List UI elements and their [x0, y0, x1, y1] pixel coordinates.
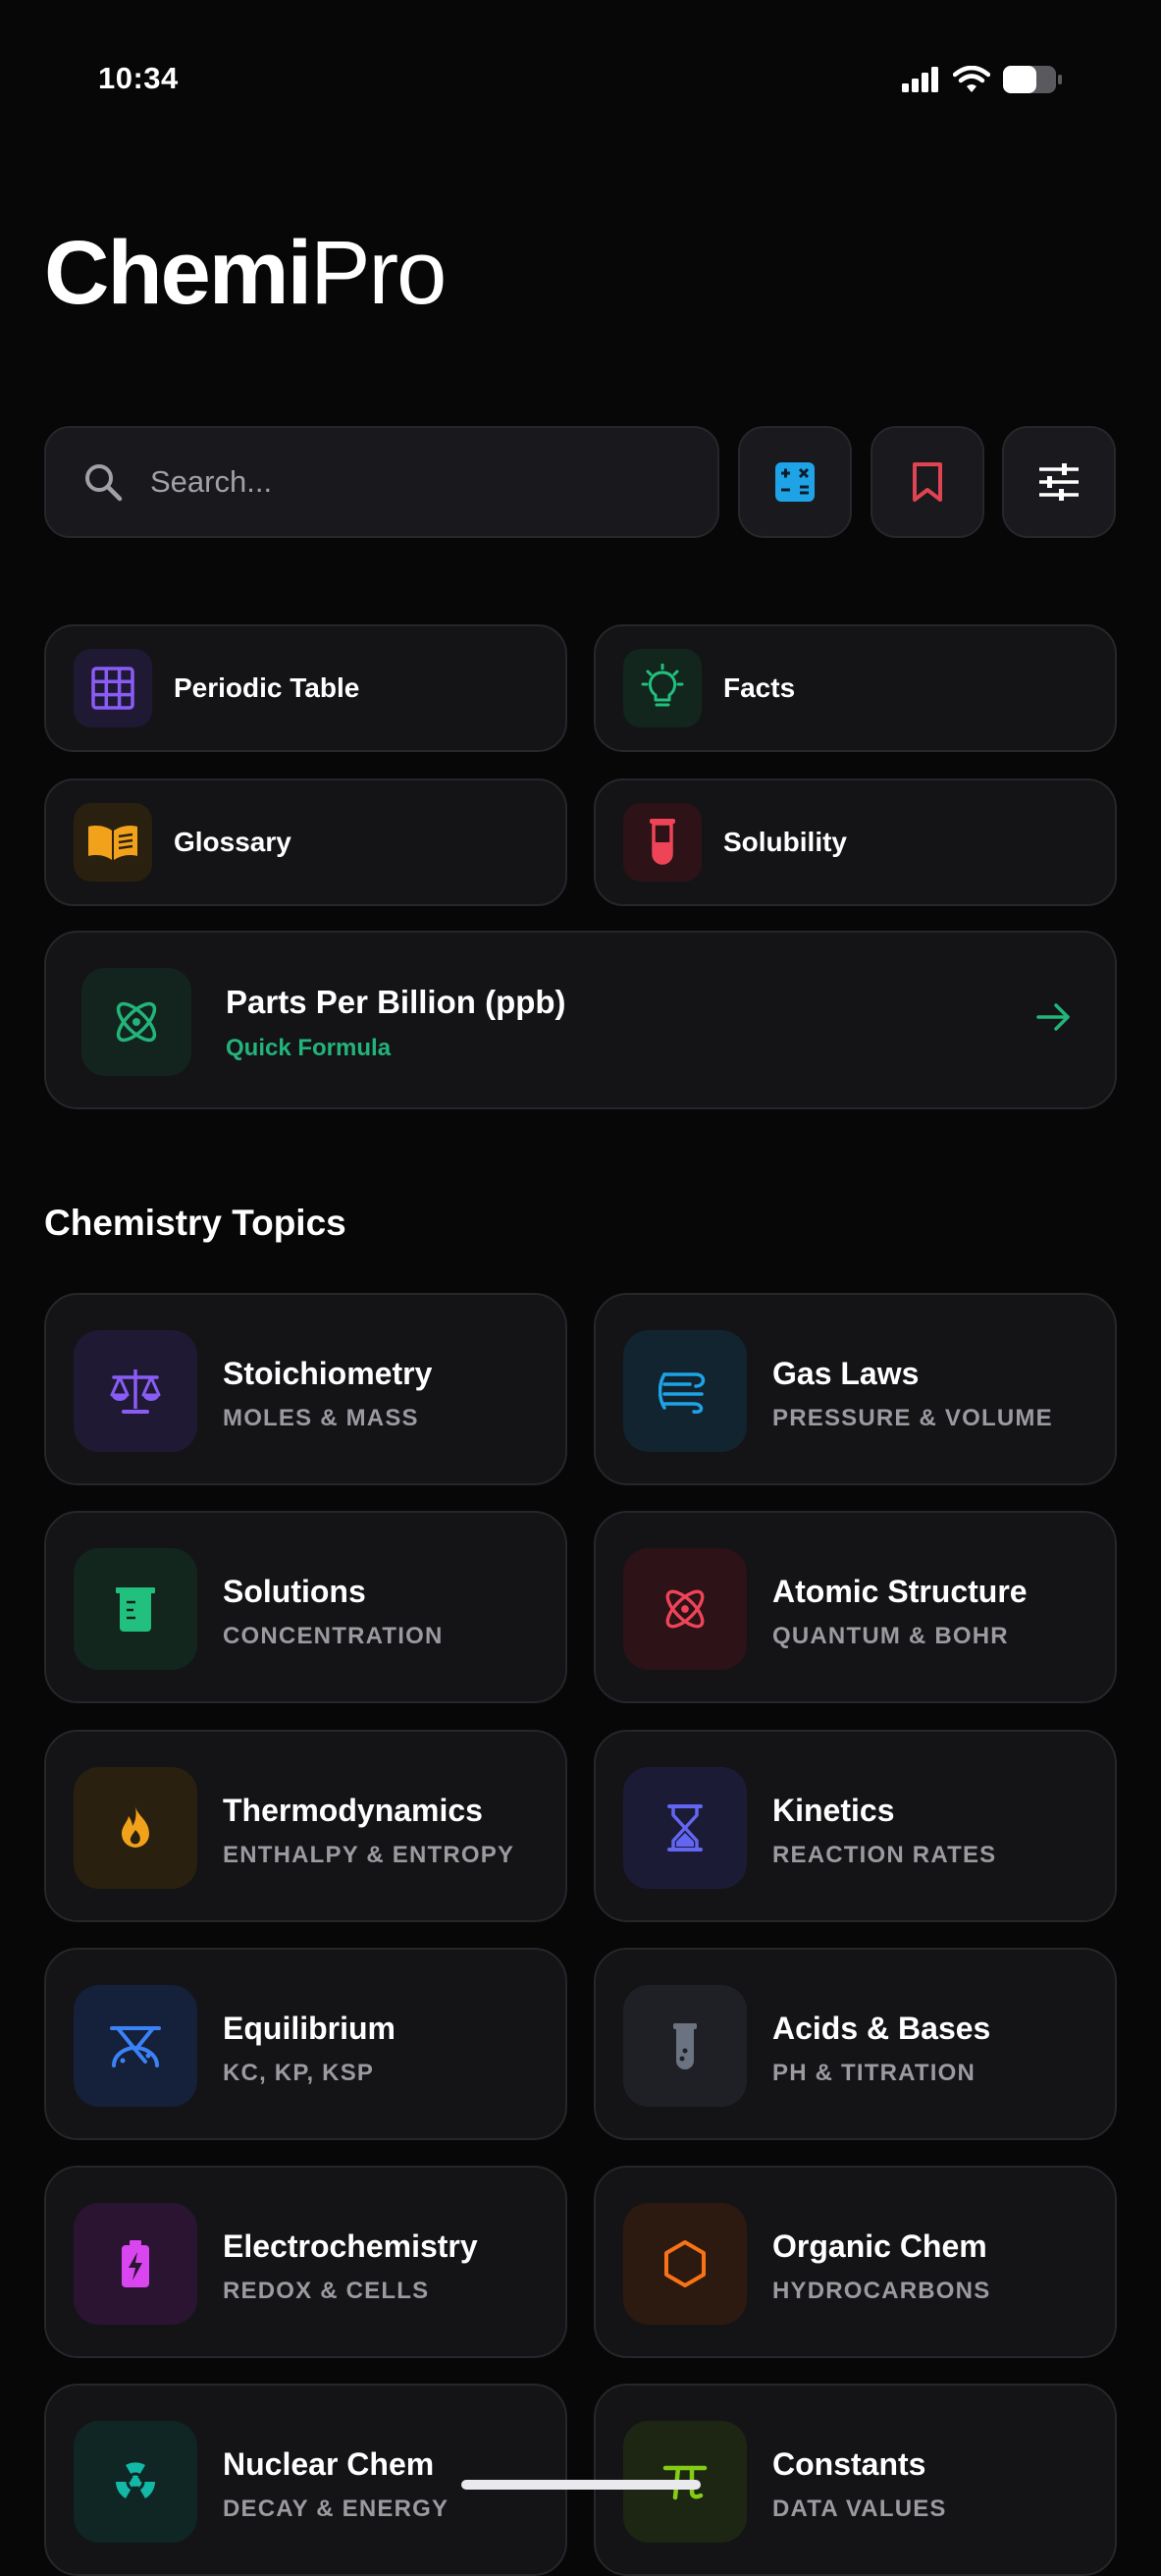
app-name-light: Pro	[310, 223, 447, 323]
topic-subtitle: PH & TITRATION	[772, 2060, 976, 2086]
topic-subtitle: DECAY & ENERGY	[223, 2496, 449, 2522]
topic-card-atomic-structure[interactable]: Atomic Structure QUANTUM & BOHR	[594, 1511, 1117, 1703]
grid-icon	[91, 667, 134, 710]
topic-card-kinetics[interactable]: Kinetics REACTION RATES	[594, 1730, 1117, 1922]
topic-name: Solutions	[223, 1574, 366, 1609]
topic-name: Atomic Structure	[772, 1574, 1028, 1609]
battery-charging-icon	[122, 2240, 149, 2287]
wind-icon	[659, 1372, 706, 1414]
featured-formula-card[interactable]: Parts Per Billion (ppb) Quick Formula	[44, 931, 1117, 1109]
bookmark-icon	[913, 462, 942, 502]
topic-card-equilibrium[interactable]: Equilibrium KC, KP, KSP	[44, 1948, 567, 2140]
topic-subtitle: PRESSURE & VOLUME	[772, 1405, 1053, 1431]
glossary-icon-tile	[74, 803, 152, 882]
topic-card-acids-bases[interactable]: Acids & Bases PH & TITRATION	[594, 1948, 1117, 2140]
lightbulb-icon	[641, 664, 684, 707]
topics-heading: Chemistry Topics	[44, 1203, 346, 1243]
hourglass-icon	[667, 1804, 703, 1852]
topic-icon-tile	[74, 1330, 197, 1452]
topic-subtitle: CONCENTRATION	[223, 1623, 444, 1649]
search-placeholder[interactable]: Search...	[150, 464, 272, 500]
topic-card-stoichiometry[interactable]: Stoichiometry MOLES & MASS	[44, 1293, 567, 1485]
scale-icon	[110, 1369, 161, 1414]
topic-subtitle: REDOX & CELLS	[223, 2278, 430, 2304]
topic-subtitle: DATA VALUES	[772, 2496, 947, 2522]
calculator-button[interactable]	[738, 426, 852, 538]
featured-icon-tile	[81, 968, 191, 1076]
quick-link-label: Glossary	[174, 827, 291, 857]
quick-link-solubility[interactable]: Solubility	[594, 778, 1117, 906]
topic-card-electrochemistry[interactable]: Electrochemistry REDOX & CELLS	[44, 2166, 567, 2358]
topic-subtitle: KC, KP, KSP	[223, 2060, 375, 2086]
battery-icon	[1003, 66, 1062, 93]
quick-link-label: Facts	[723, 672, 796, 703]
status-icons	[902, 65, 1063, 94]
topic-card-organic-chem[interactable]: Organic Chem HYDROCARBONS	[594, 2166, 1117, 2358]
cellular-signal-icon	[902, 67, 938, 92]
topic-name: Stoichiometry	[223, 1356, 433, 1391]
radiation-icon	[116, 2462, 155, 2498]
status-bar: 10:34	[0, 0, 1161, 157]
wifi-icon	[953, 66, 990, 92]
status-time: 10:34	[98, 61, 179, 95]
topic-name: Thermodynamics	[223, 1793, 483, 1828]
beaker-icon	[116, 1587, 155, 1632]
atom-icon	[116, 1001, 157, 1043]
topic-subtitle: HYDROCARBONS	[772, 2278, 991, 2304]
topic-icon-tile	[74, 1985, 197, 2107]
balance-icon	[110, 2026, 161, 2067]
arrow-right-icon[interactable]	[1034, 997, 1074, 1037]
topic-name: Equilibrium	[223, 2011, 396, 2046]
book-icon	[88, 826, 137, 860]
search-bar[interactable]: Search...	[44, 426, 719, 538]
quick-link-periodic-table[interactable]: Periodic Table	[44, 624, 567, 752]
quick-link-label: Solubility	[723, 827, 847, 857]
topic-card-gas-laws[interactable]: Gas Laws PRESSURE & VOLUME	[594, 1293, 1117, 1485]
sliders-icon	[1039, 463, 1079, 501]
featured-subtitle: Quick Formula	[226, 1035, 392, 1061]
topic-subtitle: REACTION RATES	[772, 1842, 997, 1868]
periodic-table-icon-tile	[74, 649, 152, 727]
test-tube-icon	[650, 819, 675, 865]
app-logo: ChemiPro	[44, 228, 447, 318]
topic-card-thermodynamics[interactable]: Thermodynamics ENTHALPY & ENTROPY	[44, 1730, 567, 1922]
topic-name: Electrochemistry	[223, 2228, 478, 2264]
topic-icon-tile	[74, 1767, 197, 1889]
vial-icon	[673, 2023, 697, 2069]
calculator-icon	[775, 462, 815, 502]
bookmark-button[interactable]	[871, 426, 984, 538]
flame-icon	[122, 1806, 149, 1848]
featured-title: Parts Per Billion (ppb)	[226, 984, 566, 1020]
topic-name: Acids & Bases	[772, 2011, 991, 2046]
facts-icon-tile	[623, 649, 702, 727]
search-icon	[85, 464, 123, 502]
topic-icon-tile	[623, 1330, 747, 1452]
topic-card-solutions[interactable]: Solutions CONCENTRATION	[44, 1511, 567, 1703]
app-name-bold: Chemi	[44, 223, 312, 323]
topic-name: Gas Laws	[772, 1356, 920, 1391]
home-indicator[interactable]	[461, 2480, 701, 2490]
topic-icon-tile	[623, 1767, 747, 1889]
topic-icon-tile	[74, 2421, 197, 2543]
filter-button[interactable]	[1002, 426, 1116, 538]
topic-name: Constants	[772, 2446, 926, 2482]
topic-name: Organic Chem	[772, 2228, 987, 2264]
topic-name: Kinetics	[772, 1793, 895, 1828]
topic-subtitle: MOLES & MASS	[223, 1405, 419, 1431]
atom-icon	[665, 1589, 705, 1629]
quick-link-glossary[interactable]: Glossary	[44, 778, 567, 906]
topic-subtitle: QUANTUM & BOHR	[772, 1623, 1009, 1649]
topic-icon-tile	[623, 1548, 747, 1670]
topic-subtitle: ENTHALPY & ENTROPY	[223, 1842, 515, 1868]
quick-link-facts[interactable]: Facts	[594, 624, 1117, 752]
topic-icon-tile	[74, 1548, 197, 1670]
topic-icon-tile	[623, 2203, 747, 2325]
solubility-icon-tile	[623, 803, 702, 882]
topic-name: Nuclear Chem	[223, 2446, 435, 2482]
quick-link-label: Periodic Table	[174, 672, 360, 703]
topic-icon-tile	[623, 1985, 747, 2107]
hexagon-icon	[664, 2240, 706, 2287]
topic-icon-tile	[74, 2203, 197, 2325]
